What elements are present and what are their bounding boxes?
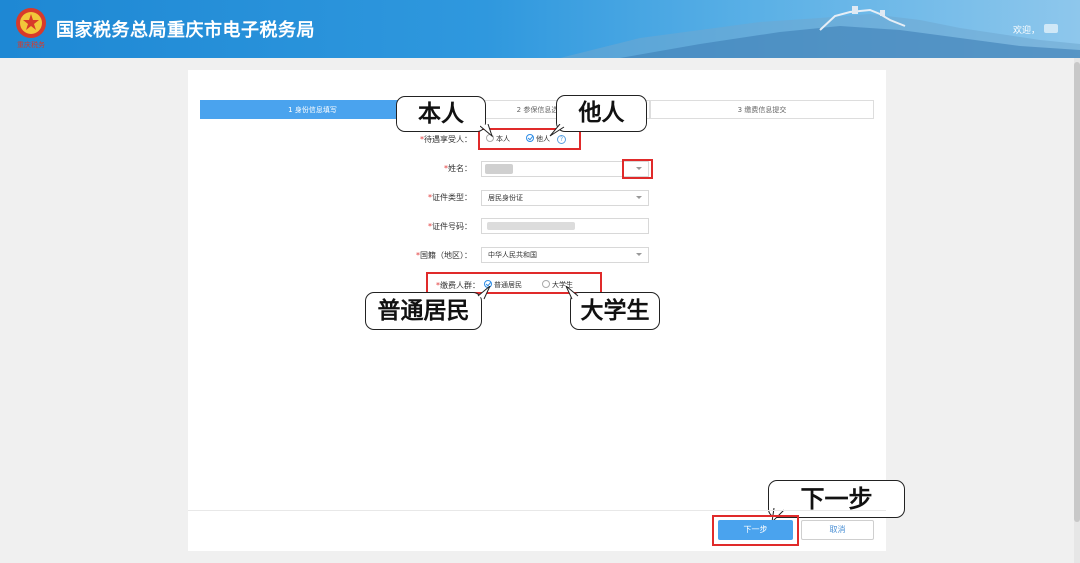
name-label: *姓名： [444,164,472,173]
cancel-button[interactable]: 取消 [801,520,874,540]
id-number-input[interactable] [481,218,649,234]
step-1: 1 身份信息填写 [200,100,425,119]
chevron-down-icon [636,196,642,199]
callout-self: 本人 [396,96,486,132]
callout-self-pointer [480,124,494,138]
callout-resident: 普通居民 [365,292,482,330]
tax-bureau-logo: 重庆税务 [13,6,49,50]
callout-student: 大学生 [570,292,660,330]
id-type-value: 居民身份证 [488,194,523,202]
header-bar: 重庆税务 国家税务总局重庆市电子税务局 欢迎， [0,0,1080,58]
id-type-label: *证件类型： [428,193,472,202]
redacted-name [485,164,513,174]
id-type-select[interactable]: 居民身份证 [481,190,649,206]
redacted-id-number [487,222,575,230]
step-indicator: 1 身份信息填写 2 参保信息选 3 缴费信息提交 [200,100,874,119]
callout-student-pointer [565,286,579,300]
step-3: 3 缴费信息提交 [650,100,874,119]
username-redacted [1044,24,1058,33]
beneficiary-label: *待遇享受人： [420,135,472,144]
chevron-down-icon [636,253,642,256]
callout-other: 他人 [556,95,647,132]
welcome-text: 欢迎， [1012,26,1040,36]
callout-other-pointer [549,124,565,137]
id-number-label: *证件号码： [428,222,472,231]
nationality-value: 中华人民共和国 [488,251,537,259]
nationality-select[interactable]: 中华人民共和国 [481,247,649,263]
scrollbar-thumb[interactable] [1074,62,1080,522]
footer-divider [188,510,886,511]
nationality-label: *国籍（地区）： [416,251,472,260]
site-title: 国家税务总局重庆市电子税务局 [56,20,315,41]
logo-text: 重庆税务 [17,40,45,49]
callout-resident-pointer [477,286,491,300]
highlight-next-button [712,515,799,546]
highlight-name-dropdown [622,159,653,179]
